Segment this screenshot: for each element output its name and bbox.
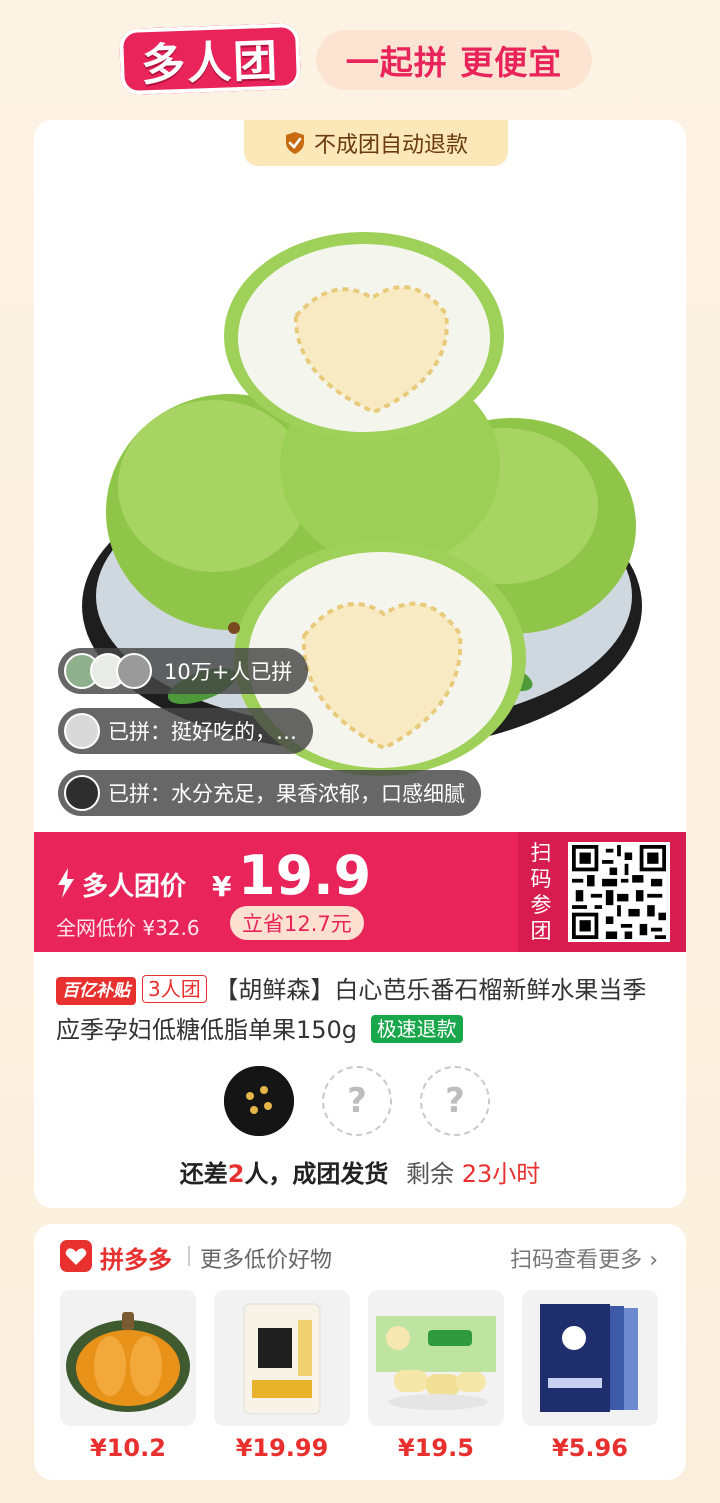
pinduoduo-logo-icon	[60, 1240, 92, 1272]
refund-badge: 不成团自动退款	[244, 120, 508, 166]
avatar	[116, 653, 152, 689]
status-count: 2	[227, 1160, 245, 1188]
question-mark-icon: ?	[445, 1081, 465, 1121]
goods-item[interactable]: ¥19.5	[368, 1290, 504, 1462]
joined-count-pill: 10万+人已拼	[58, 648, 309, 694]
goods-item[interactable]: ¥19.99	[214, 1290, 350, 1462]
avatar-image	[224, 1066, 294, 1136]
group-status: 还差2人，成团发货 剩余 23小时	[34, 1154, 686, 1189]
goods-price: ¥19.5	[398, 1434, 474, 1462]
remain-label: 剩余	[406, 1160, 455, 1188]
qr-code[interactable]	[568, 842, 670, 942]
lightning-icon	[58, 868, 74, 898]
pumpkin-thumbnail	[60, 1290, 196, 1426]
product-title-block[interactable]: 百亿补贴 3人团 【胡鲜森】白心芭乐番石榴新鲜水果当季应季孕妇低糖低脂单果150g…	[56, 970, 666, 1050]
avatar	[64, 775, 100, 811]
corn-box-thumbnail	[368, 1290, 504, 1426]
header: 多人团 一起拼 更便宜	[0, 0, 720, 110]
question-mark-icon: ?	[347, 1081, 367, 1121]
review-text: 已拼：挺好吃的，…	[108, 720, 297, 744]
flour-bag-thumbnail	[214, 1290, 350, 1426]
subsidy-tag: 百亿补贴	[56, 977, 136, 1005]
price-bar: 多人团价 ¥ 19.9 全网低价 ¥32.6 立省12.7元 扫 码 参 团	[34, 832, 686, 952]
shield-check-icon	[285, 132, 304, 154]
review-pill: 已拼：水分充足，果香浓郁，口感细腻	[58, 770, 481, 816]
scan-to-join-label: 扫 码 参 团	[530, 841, 552, 943]
remain-time: 23小时	[461, 1160, 541, 1188]
scan-more-link[interactable]: 扫码查看更多 ›	[510, 1242, 658, 1274]
group-logo: 多人团	[118, 22, 302, 96]
goods-price: ¥10.2	[90, 1434, 166, 1462]
product-card: 不成团自动退款 10万+人已拼 已拼：挺好吃的，… 已拼：水分充足，果香浓郁，口…	[34, 120, 686, 1208]
member-avatar	[224, 1066, 294, 1136]
group-size-tag: 3人团	[142, 975, 207, 1003]
review-text: 已拼：水分充足，果香浓郁，口感细腻	[108, 782, 465, 806]
currency-symbol: ¥	[212, 870, 232, 903]
avatar-stack	[64, 653, 156, 689]
joined-count-text: 10万+人已拼	[164, 660, 293, 684]
review-pill: 已拼：挺好吃的，…	[58, 708, 313, 754]
slogan: 一起拼 更便宜	[316, 30, 592, 90]
status-suffix: 人，成团发货	[244, 1160, 389, 1188]
fast-refund-tag: 极速退款	[370, 1015, 463, 1043]
group-logo-text: 多人团	[140, 35, 281, 92]
group-member-slots: ? ?	[224, 1066, 504, 1136]
group-price: 19.9	[238, 844, 372, 907]
empty-member-slot: ?	[322, 1066, 392, 1136]
pinduoduo-brand: 拼多多	[100, 1246, 172, 1274]
avatar	[64, 713, 100, 749]
group-price-label: 多人团价	[82, 872, 187, 902]
more-goods-card: 拼多多 更多低价好物 扫码查看更多 › ¥10.2 ¥19.99 ¥19.5 ¥…	[34, 1224, 686, 1480]
empty-member-slot: ?	[420, 1066, 490, 1136]
status-prefix: 还差	[179, 1160, 228, 1188]
goods-price: ¥5.96	[552, 1434, 628, 1462]
goods-item[interactable]: ¥5.96	[522, 1290, 658, 1462]
more-goods-subtitle: 更多低价好物	[200, 1248, 333, 1273]
goods-price: ¥19.99	[235, 1434, 329, 1462]
save-amount-tag: 立省12.7元	[230, 906, 364, 940]
slogan-text: 一起拼 更便宜	[345, 43, 563, 82]
refund-badge-text: 不成团自动退款	[313, 133, 468, 158]
diaper-pack-thumbnail	[522, 1290, 658, 1426]
divider	[188, 1246, 190, 1266]
chevron-right-icon: ›	[649, 1248, 658, 1273]
lowest-price: 全网低价 ¥32.6	[56, 916, 200, 940]
goods-item[interactable]: ¥10.2	[60, 1290, 196, 1462]
scan-to-join[interactable]: 扫 码 参 团	[518, 832, 686, 952]
